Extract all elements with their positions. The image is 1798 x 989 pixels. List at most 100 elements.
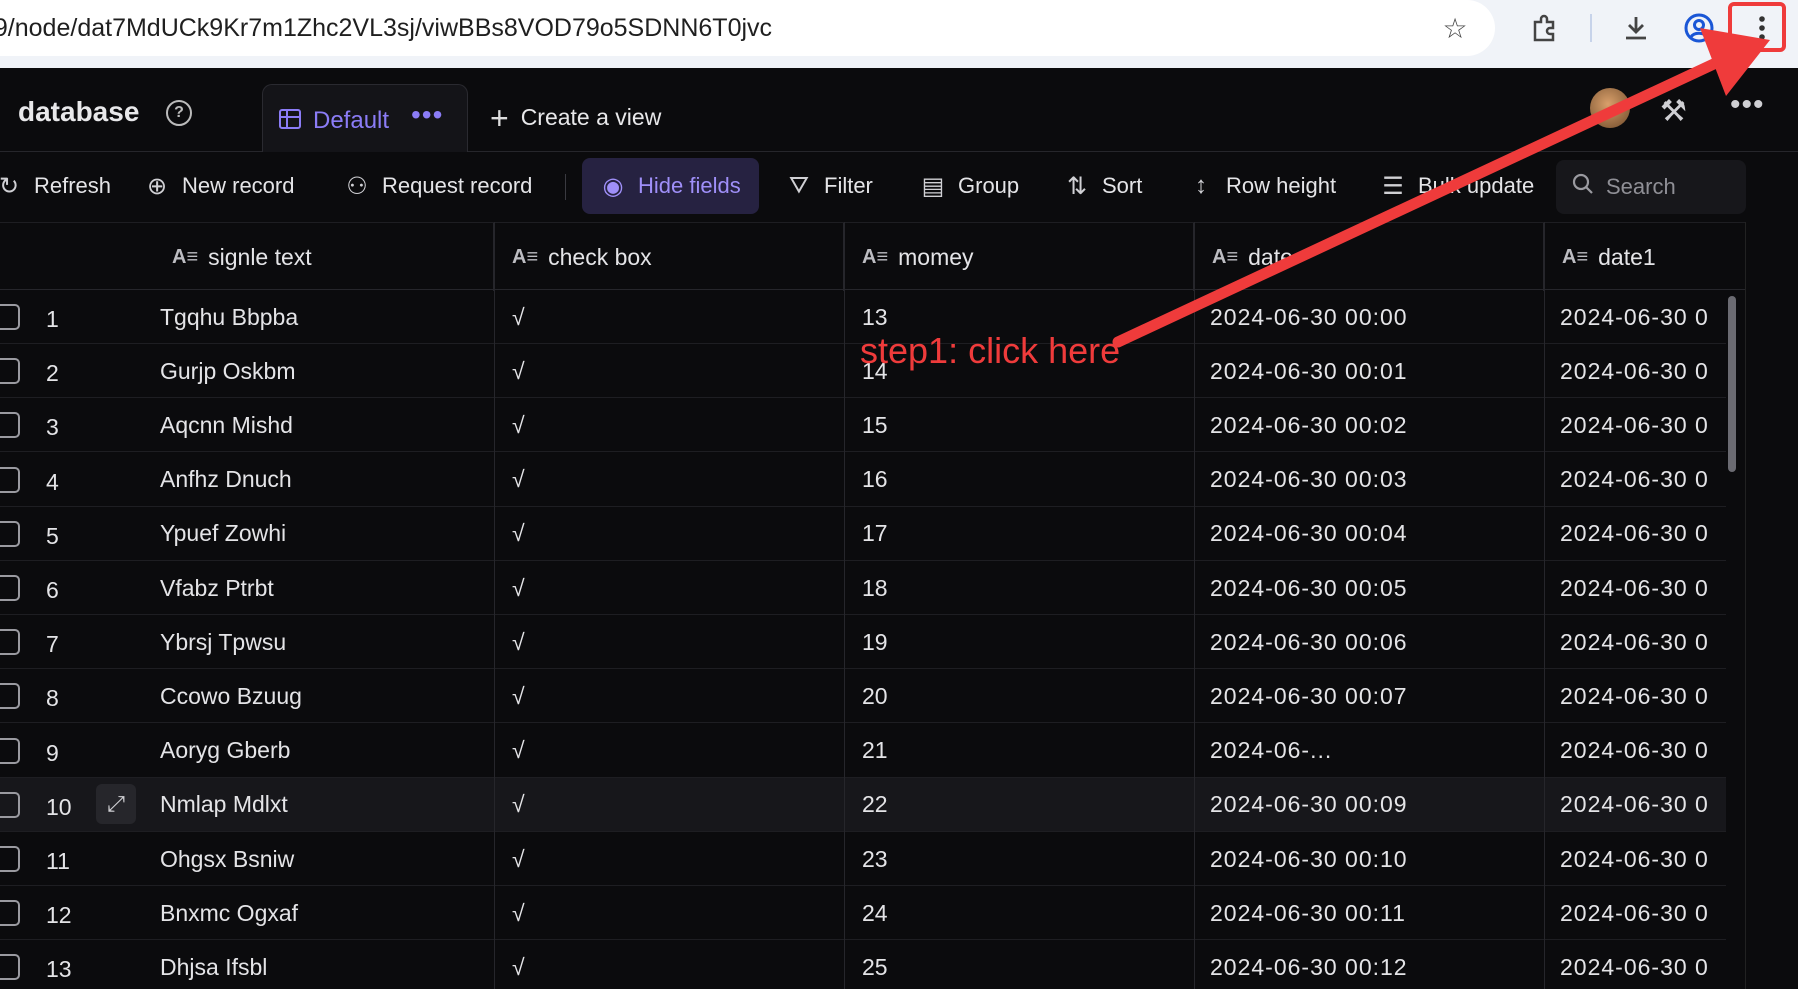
cell-check-box[interactable]: √ xyxy=(512,290,842,344)
search-input[interactable]: Search xyxy=(1556,160,1746,214)
table-row[interactable]: 12 Bnxmc Ogxaf √ 24 2024-06-30 00:11 2024-06-… xyxy=(0,886,1726,941)
cell-signle-text[interactable]: Aqcnn Mishd xyxy=(160,398,490,452)
cell-momey[interactable]: 20 xyxy=(862,669,1192,723)
table-row[interactable]: 5 Ypuef Zowhi √ 17 2024-06-30 00:04 2024-06-3… xyxy=(0,507,1726,561)
cell-check-box[interactable]: √ xyxy=(512,724,842,778)
column-header-momey[interactable]: A≡ momey xyxy=(844,223,1194,291)
more-horizontal-icon[interactable]: ••• xyxy=(1730,88,1765,122)
cell-signle-text[interactable]: Tgqhu Bbpba xyxy=(160,290,490,344)
table-row[interactable]: 8 Ccowo Bzuug √ 20 2024-06-30 00:07 2024-06-3… xyxy=(0,669,1726,724)
cell-date1[interactable]: 2024-06-30 0 xyxy=(1560,615,1726,669)
cell-date[interactable]: 2024-06-30 00:02 xyxy=(1210,398,1540,452)
table-row[interactable]: 6 Vfabz Ptrbt √ 18 2024-06-30 00:05 2024-06-3… xyxy=(0,561,1726,615)
cell-check-box[interactable]: √ xyxy=(512,561,842,615)
table-row[interactable]: 10 ⤢ Nmlap Mdlxt √ 22 2024-06-30 00:09 2024-06… xyxy=(0,777,1726,832)
cell-check-box[interactable]: √ xyxy=(512,453,842,507)
column-header-date1[interactable]: A≡ date1 xyxy=(1544,223,1745,291)
table-row[interactable]: 13 Dhjsa Ifsbl √ 25 2024-06-30 00:12 2024-06-… xyxy=(0,940,1726,989)
vertical-scrollbar[interactable] xyxy=(1728,296,1736,472)
cell-date[interactable]: 2024-06-30 00:09 xyxy=(1210,778,1540,832)
row-checkbox[interactable] xyxy=(0,683,20,710)
cell-date1[interactable]: 2024-06-30 0 xyxy=(1560,724,1726,778)
bulk-update-button[interactable]: ☰ Bulk update xyxy=(1380,158,1534,214)
cell-date[interactable]: 2024-06-... xyxy=(1210,724,1540,778)
sort-button[interactable]: ⇅ Sort xyxy=(1064,158,1142,214)
group-button[interactable]: ▤ Group xyxy=(920,158,1020,214)
cell-momey[interactable]: 24 xyxy=(862,886,1192,940)
download-icon[interactable] xyxy=(1616,8,1656,48)
cell-signle-text[interactable]: Bnxmc Ogxaf xyxy=(160,886,490,940)
cell-date1[interactable]: 2024-06-30 0 xyxy=(1560,398,1726,452)
address-bar[interactable]: u9/node/dat7MdUCk9Kr7m1Zhc2VL3sj/viwBBs8… xyxy=(0,0,1495,56)
cell-momey[interactable]: 25 xyxy=(862,940,1192,989)
cell-momey[interactable]: 19 xyxy=(862,615,1192,669)
cell-date[interactable]: 2024-06-30 00:05 xyxy=(1210,561,1540,615)
row-checkbox[interactable] xyxy=(0,737,20,764)
cell-date1[interactable]: 2024-06-30 0 xyxy=(1560,832,1726,886)
cell-momey[interactable]: 15 xyxy=(862,398,1192,452)
cell-date1[interactable]: 2024-06-30 0 xyxy=(1560,290,1726,344)
expand-record-icon[interactable]: ⤢ xyxy=(96,783,136,824)
url-text[interactable]: u9/node/dat7MdUCk9Kr7m1Zhc2VL3sj/viwBBs8… xyxy=(0,14,772,43)
cell-date[interactable]: 2024-06-30 00:06 xyxy=(1210,615,1540,669)
row-checkbox[interactable] xyxy=(0,954,20,981)
cell-date1[interactable]: 2024-06-30 0 xyxy=(1560,940,1726,989)
cell-momey[interactable]: 16 xyxy=(862,453,1192,507)
row-height-button[interactable]: ↕ Row height xyxy=(1188,158,1336,214)
cell-date[interactable]: 2024-06-30 00:11 xyxy=(1210,886,1540,940)
cell-signle-text[interactable]: Ypuef Zowhi xyxy=(160,507,490,561)
row-checkbox[interactable] xyxy=(0,466,20,493)
table-row[interactable]: 7 Ybrsj Tpwsu √ 19 2024-06-30 00:06 2024-06-3… xyxy=(0,615,1726,670)
cell-signle-text[interactable]: Ohgsx Bsniw xyxy=(160,832,490,886)
column-header-check-box[interactable]: A≡ check box xyxy=(494,223,844,291)
cell-signle-text[interactable]: Vfabz Ptrbt xyxy=(160,561,490,615)
cell-check-box[interactable]: √ xyxy=(512,669,842,723)
row-checkbox[interactable] xyxy=(0,629,20,656)
cell-momey[interactable]: 21 xyxy=(862,724,1192,778)
table-row[interactable]: 9 Aoryg Gberb √ 21 2024-06-... 2024-06-30 0 xyxy=(0,724,1726,778)
cell-signle-text[interactable]: Aoryg Gberb xyxy=(160,724,490,778)
cell-signle-text[interactable]: Anfhz Dnuch xyxy=(160,453,490,507)
row-checkbox[interactable] xyxy=(0,358,20,385)
cell-date[interactable]: 2024-06-30 00:07 xyxy=(1210,669,1540,723)
table-row[interactable]: 4 Anfhz Dnuch √ 16 2024-06-30 00:03 2024-06-3… xyxy=(0,453,1726,507)
tools-icon[interactable]: ⚒ xyxy=(1660,94,1687,129)
column-header-date[interactable]: A≡ date xyxy=(1194,223,1544,291)
cell-signle-text[interactable]: Dhjsa Ifsbl xyxy=(160,940,490,989)
cell-date[interactable]: 2024-06-30 00:03 xyxy=(1210,453,1540,507)
create-view-button[interactable]: + Create a view xyxy=(490,102,661,134)
cell-signle-text[interactable]: Ccowo Bzuug xyxy=(160,669,490,723)
more-horizontal-icon[interactable]: ••• xyxy=(411,99,443,131)
star-icon[interactable]: ☆ xyxy=(1435,8,1475,48)
cell-check-box[interactable]: √ xyxy=(512,507,842,561)
request-record-button[interactable]: ⚇ Request record xyxy=(344,158,532,214)
cell-check-box[interactable]: √ xyxy=(512,886,842,940)
cell-signle-text[interactable]: Nmlap Mdlxt xyxy=(160,778,490,832)
cell-date1[interactable]: 2024-06-30 0 xyxy=(1560,886,1726,940)
extensions-icon[interactable] xyxy=(1524,8,1564,48)
refresh-button[interactable]: ↻ Refresh xyxy=(0,158,111,214)
row-checkbox[interactable] xyxy=(0,304,20,330)
cell-check-box[interactable]: √ xyxy=(512,778,842,832)
help-icon[interactable]: ? xyxy=(166,100,192,126)
row-checkbox[interactable] xyxy=(0,846,20,872)
row-checkbox[interactable] xyxy=(0,575,20,601)
cell-check-box[interactable]: √ xyxy=(512,615,842,669)
table-row[interactable]: 3 Aqcnn Mishd √ 15 2024-06-30 00:02 2024-06-3… xyxy=(0,398,1726,453)
avatar[interactable] xyxy=(1590,88,1630,128)
row-checkbox[interactable] xyxy=(0,900,20,927)
cell-date1[interactable]: 2024-06-30 0 xyxy=(1560,507,1726,561)
cell-momey[interactable]: 23 xyxy=(862,832,1192,886)
cell-date[interactable]: 2024-06-30 00:00 xyxy=(1210,290,1540,344)
hide-fields-button[interactable]: ◉ Hide fields xyxy=(582,158,759,214)
cell-momey[interactable]: 18 xyxy=(862,561,1192,615)
tab-default[interactable]: Default ••• xyxy=(262,84,468,154)
cell-momey[interactable]: 22 xyxy=(862,778,1192,832)
cell-date1[interactable]: 2024-06-30 0 xyxy=(1560,778,1726,832)
row-checkbox[interactable] xyxy=(0,791,20,818)
new-record-button[interactable]: ⊕ New record xyxy=(144,158,295,214)
row-checkbox[interactable] xyxy=(0,520,20,547)
cell-date1[interactable]: 2024-06-30 0 xyxy=(1560,669,1726,723)
cell-date1[interactable]: 2024-06-30 0 xyxy=(1560,561,1726,615)
table-row[interactable]: 11 Ohgsx Bsniw √ 23 2024-06-30 00:10 2024-06-… xyxy=(0,832,1726,886)
